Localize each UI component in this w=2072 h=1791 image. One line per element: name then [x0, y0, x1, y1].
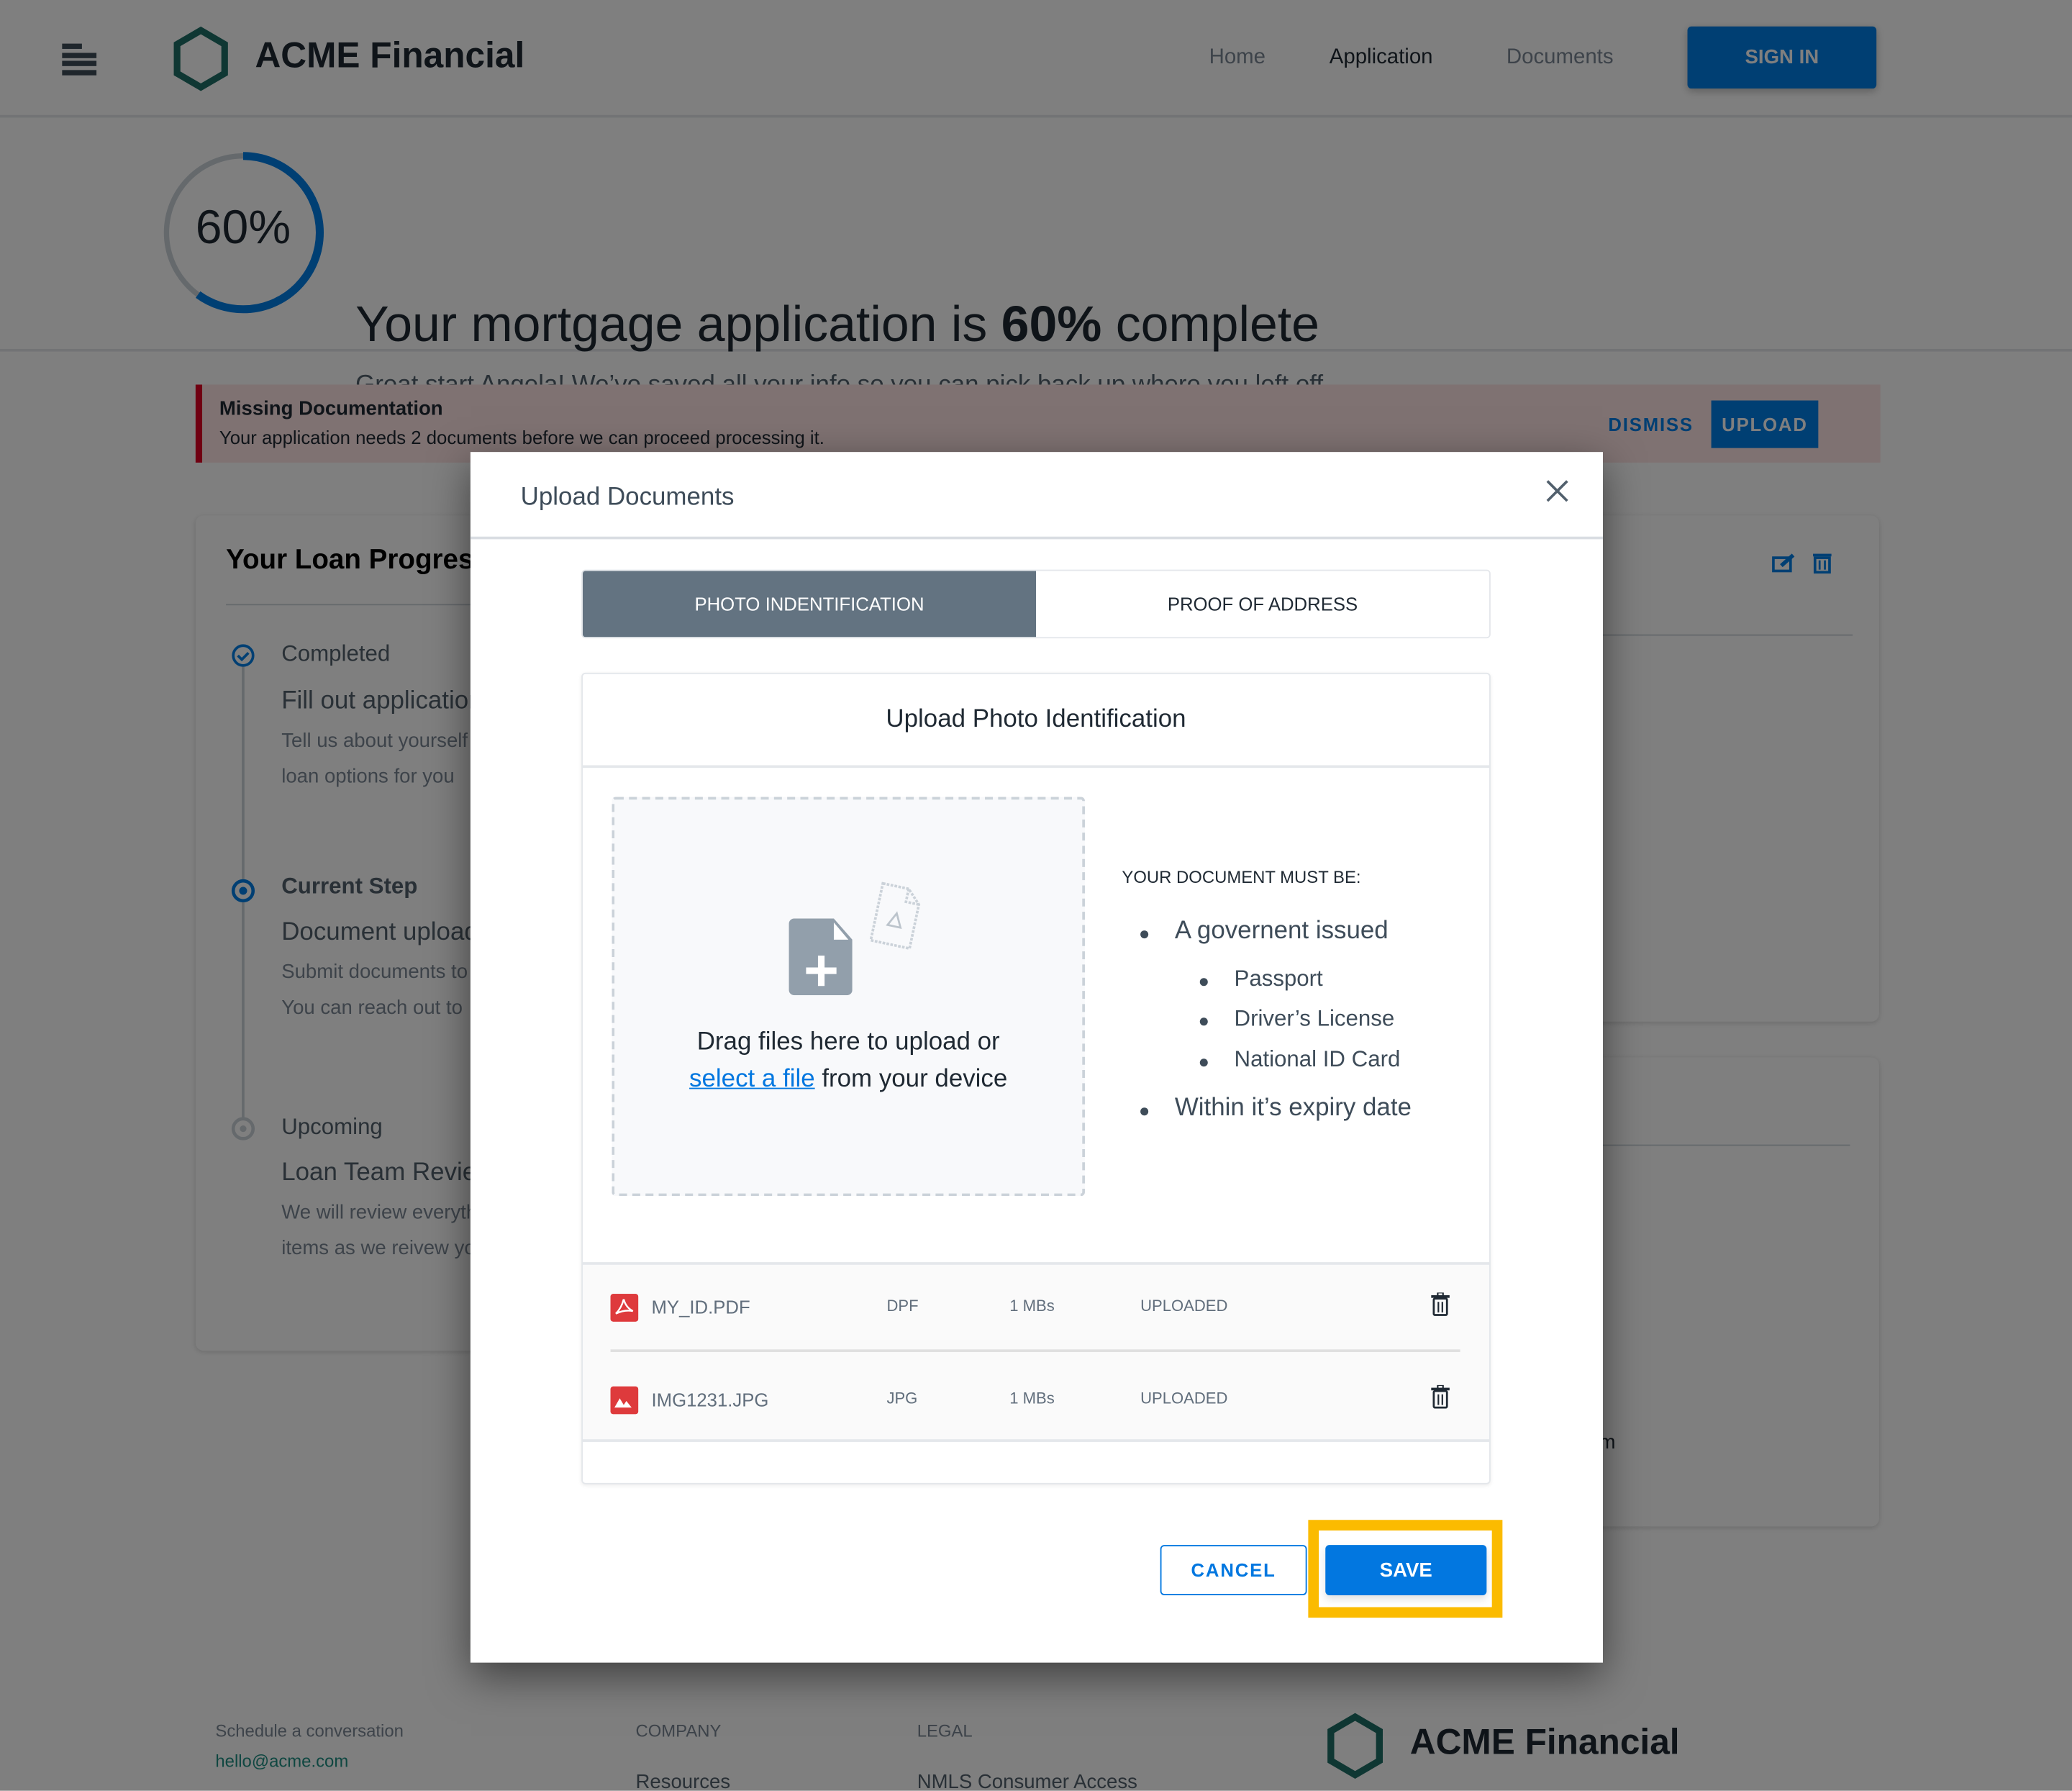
upload-card-title: Upload Photo Identification	[886, 705, 1186, 734]
dropzone-instructions: Drag files here to upload or select a fil…	[614, 1024, 1082, 1098]
file-status: UPLOADED	[1140, 1296, 1228, 1315]
file-type: DPF	[886, 1296, 919, 1315]
requirement-item: A governent issued	[1174, 917, 1389, 946]
file-size: 1 MBs	[1009, 1296, 1055, 1315]
file-dropzone[interactable]: Drag files here to upload or select a fil…	[612, 797, 1085, 1197]
file-row: MY_ID.PDF DPF 1 MBs UPLOADED	[583, 1265, 1489, 1352]
ghost-pdf-icon	[869, 881, 921, 951]
select-file-link[interactable]: select a file	[689, 1065, 815, 1093]
document-type-tabs: PHOTO INDENTIFICATION PROOF OF ADDRESS	[581, 569, 1491, 639]
requirement-subitem: Driver’s License	[1234, 1005, 1395, 1031]
drop-text: from your device	[814, 1065, 1008, 1093]
modal-title: Upload Documents	[520, 484, 735, 512]
file-size: 1 MBs	[1009, 1389, 1055, 1408]
upload-card: Upload Photo Identification Drag files h…	[581, 672, 1491, 1484]
file-name: MY_ID.PDF	[651, 1296, 750, 1318]
requirement-subitem: Passport	[1234, 966, 1323, 992]
tab-proof-of-address[interactable]: PROOF OF ADDRESS	[1036, 571, 1490, 638]
image-icon	[610, 1386, 639, 1415]
file-name: IMG1231.JPG	[651, 1389, 769, 1410]
file-status: UPLOADED	[1140, 1389, 1228, 1408]
requirements-heading: YOUR DOCUMENT MUST BE:	[1122, 866, 1361, 887]
delete-file-icon[interactable]	[1431, 1292, 1450, 1316]
file-row: IMG1231.JPG JPG 1 MBs UPLOADED	[583, 1352, 1489, 1439]
delete-file-icon[interactable]	[1431, 1384, 1450, 1409]
drop-text: Drag files here to upload or	[696, 1028, 1000, 1056]
save-button[interactable]: SAVE	[1325, 1545, 1487, 1595]
cancel-button[interactable]: CANCEL	[1160, 1545, 1307, 1595]
pdf-icon	[610, 1294, 639, 1322]
requirement-subitem: National ID Card	[1234, 1046, 1401, 1072]
upload-documents-modal: Upload Documents PHOTO INDENTIFICATION P…	[470, 452, 1603, 1663]
file-add-icon	[789, 918, 853, 996]
file-type: JPG	[886, 1389, 918, 1408]
requirement-item: Within it’s expiry date	[1174, 1094, 1412, 1123]
close-icon[interactable]	[1546, 480, 1568, 502]
page: ACME Financial Home Application Document…	[0, 0, 2072, 1791]
tab-photo-identification[interactable]: PHOTO INDENTIFICATION	[583, 571, 1037, 638]
uploaded-files-list: MY_ID.PDF DPF 1 MBs UPLOADED IMG1231.JPG…	[583, 1262, 1490, 1442]
